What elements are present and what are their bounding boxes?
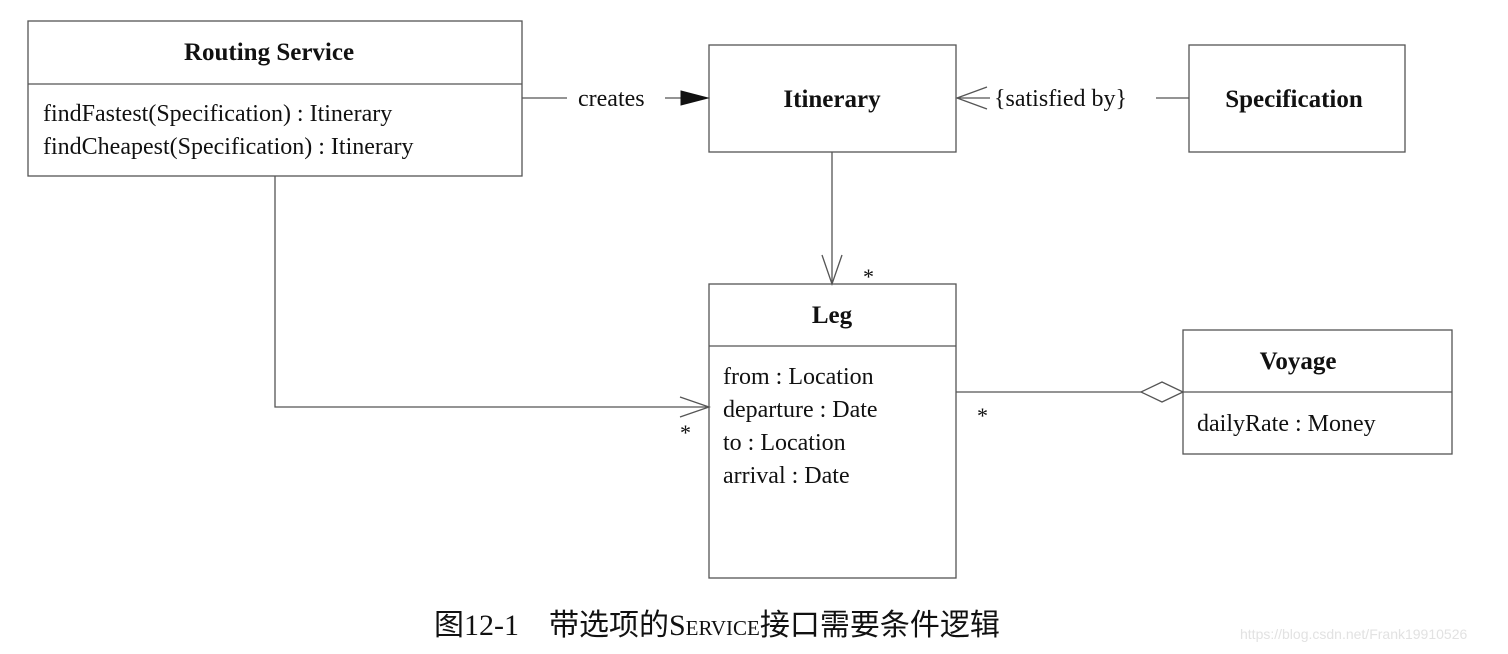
leg-attribute-arrival: arrival : Date bbox=[723, 463, 850, 489]
specification-title: Specification bbox=[1225, 86, 1363, 113]
leg-attribute-to: to : Location bbox=[723, 430, 846, 456]
class-itinerary[interactable]: Itinerary bbox=[708, 44, 957, 153]
class-routing-service[interactable]: Routing Service findFastest(Specificatio… bbox=[27, 20, 523, 177]
association-itinerary-leg: * bbox=[821, 152, 874, 289]
watermark: https://blog.csdn.net/Frank19910526 bbox=[1240, 626, 1468, 642]
filled-triangle-arrow-icon bbox=[680, 90, 710, 106]
association-routing-leg: * bbox=[274, 176, 711, 445]
figure-caption: 图12-1 带选项的Service接口需要条件逻辑 bbox=[434, 600, 1000, 644]
multiplicity-routing-leg: * bbox=[680, 420, 691, 445]
figure-number: 图12-1 bbox=[434, 609, 519, 642]
multiplicity-itinerary-leg: * bbox=[863, 264, 874, 289]
voyage-title: Voyage bbox=[1260, 348, 1337, 375]
routing-service-title: Routing Service bbox=[184, 39, 354, 66]
voyage-attribute-daily-rate: dailyRate : Money bbox=[1197, 411, 1376, 437]
creates-label: creates bbox=[578, 86, 645, 112]
class-specification[interactable]: Specification bbox=[1188, 44, 1406, 153]
leg-title: Leg bbox=[812, 302, 853, 329]
hollow-diamond-icon bbox=[1139, 381, 1185, 403]
association-satisfied-by: {satisfied by} bbox=[955, 86, 1189, 112]
association-leg-voyage: * bbox=[956, 381, 1185, 428]
caption-text-before: 带选项的 bbox=[549, 609, 669, 642]
class-leg[interactable]: Leg from : Location departure : Date to … bbox=[708, 283, 957, 579]
multiplicity-leg-voyage: * bbox=[977, 403, 988, 428]
class-voyage[interactable]: Voyage dailyRate : Money bbox=[1182, 329, 1453, 455]
leg-attribute-from: from : Location bbox=[723, 364, 874, 390]
itinerary-title: Itinerary bbox=[783, 86, 881, 113]
operation-find-fastest: findFastest(Specification) : Itinerary bbox=[43, 101, 392, 127]
caption-text-after: 接口需要条件逻辑 bbox=[759, 609, 1000, 642]
association-creates: creates bbox=[522, 86, 710, 112]
caption-service-smallcaps: Service bbox=[669, 609, 760, 642]
leg-attribute-departure: departure : Date bbox=[723, 397, 878, 423]
operation-find-cheapest: findCheapest(Specification) : Itinerary bbox=[43, 134, 414, 160]
routing-leg-line bbox=[274, 176, 709, 408]
uml-class-diagram: Routing Service findFastest(Specificatio… bbox=[27, 20, 1453, 579]
satisfied-by-label: {satisfied by} bbox=[994, 86, 1127, 112]
